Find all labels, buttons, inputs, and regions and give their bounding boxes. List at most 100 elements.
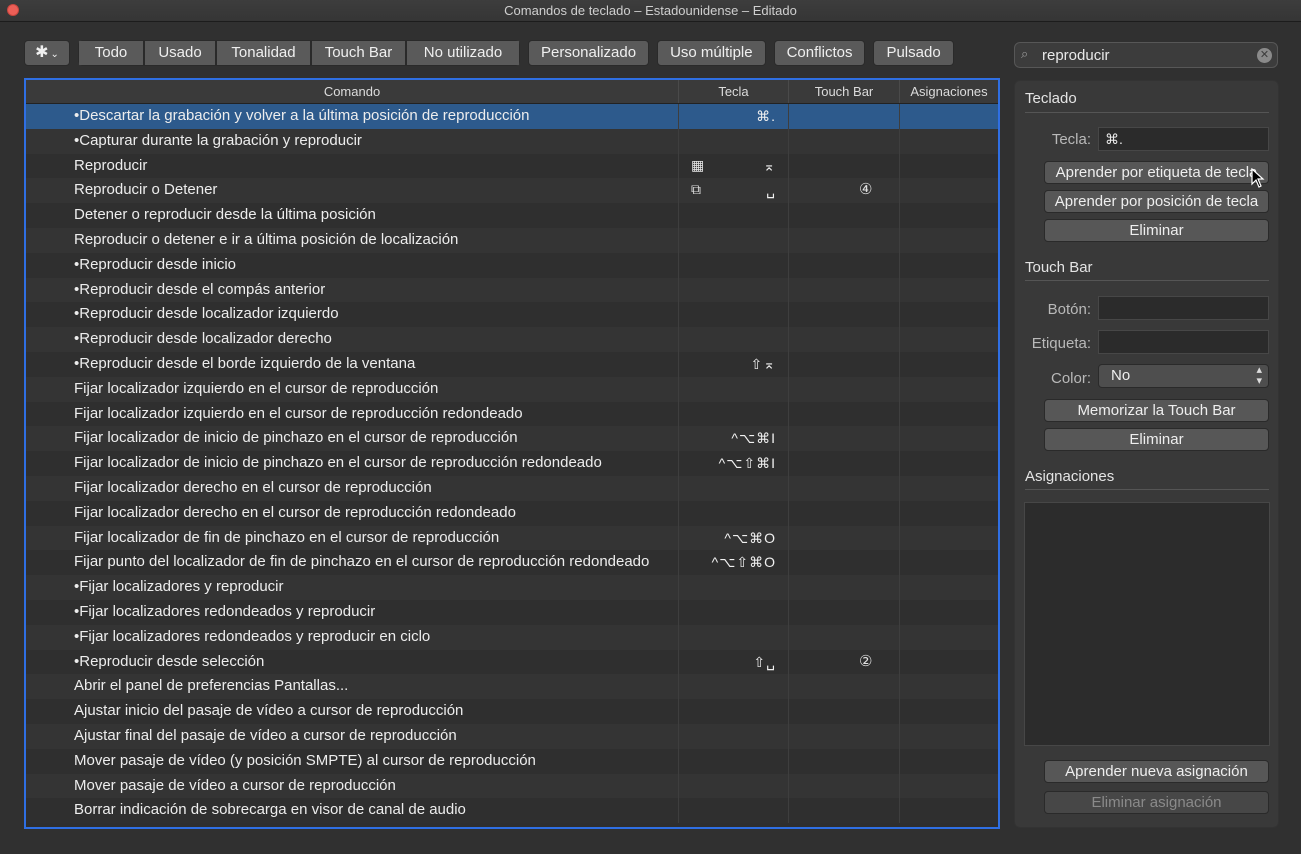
touchbar-cell bbox=[789, 748, 900, 774]
table-row[interactable]: •Reproducir desde localizador derecho bbox=[26, 327, 998, 352]
filter-no-utilizado-button[interactable]: No utilizado bbox=[406, 40, 520, 66]
table-row[interactable]: Ajustar inicio del pasaje de vídeo a cur… bbox=[26, 699, 998, 724]
command-cell: •Reproducir desde el compás anterior bbox=[26, 277, 679, 303]
table-row[interactable]: Mover pasaje de vídeo a cursor de reprod… bbox=[26, 773, 998, 799]
table-row[interactable]: Fijar localizador de inicio de pinchazo … bbox=[26, 451, 998, 476]
touchbar-cell bbox=[789, 550, 900, 576]
table-row[interactable]: •Reproducir desde selección ⇧␣ ② bbox=[26, 649, 998, 675]
table-row[interactable]: Fijar localizador derecho en el cursor d… bbox=[26, 475, 998, 501]
touchbar-cell bbox=[789, 426, 900, 452]
tecla-field[interactable]: ⌘. bbox=[1098, 127, 1269, 151]
filter-todo-button[interactable]: Todo bbox=[78, 40, 144, 66]
table-row[interactable]: Detener o reproducir desde la última pos… bbox=[26, 203, 998, 228]
touchbar-cell bbox=[789, 376, 900, 402]
table-row[interactable]: Fijar localizador izquierdo en el cursor… bbox=[26, 401, 998, 427]
filter-tonalidad-button[interactable]: Tonalidad bbox=[216, 40, 311, 66]
column-header-tecla[interactable]: Tecla bbox=[679, 80, 789, 103]
key-shortcut: ^⌥⌘I bbox=[731, 430, 776, 447]
assignments-cell bbox=[900, 327, 998, 352]
table-row[interactable]: •Reproducir desde localizador izquierdo bbox=[26, 302, 998, 328]
chevron-down-icon: ⌄ bbox=[50, 49, 59, 60]
command-cell: •Fijar localizadores y reproducir bbox=[26, 575, 679, 600]
delete-key-button[interactable]: Eliminar bbox=[1044, 219, 1269, 242]
touchbar-cell bbox=[789, 128, 900, 154]
command-cell: •Fijar localizadores redondeados y repro… bbox=[26, 599, 679, 625]
commands-table[interactable]: Comando Tecla Touch Bar Asignaciones •De… bbox=[24, 78, 1000, 829]
assignments-cell bbox=[900, 575, 998, 600]
key-cell bbox=[679, 500, 789, 526]
delete-touchbar-button[interactable]: Eliminar bbox=[1044, 428, 1269, 451]
clear-search-icon[interactable]: ✕ bbox=[1257, 48, 1272, 63]
asignaciones-section-title: Asignaciones bbox=[1025, 468, 1115, 485]
touchbar-cell bbox=[789, 153, 900, 179]
command-cell: Reproducir o detener e ir a última posic… bbox=[26, 227, 679, 253]
touchbar-cell bbox=[789, 475, 900, 501]
learn-by-key-label-button[interactable]: Aprender por etiqueta de tecla bbox=[1044, 161, 1269, 184]
table-row[interactable]: •Descartar la grabación y volver a la úl… bbox=[26, 104, 998, 129]
table-row[interactable]: •Fijar localizadores redondeados y repro… bbox=[26, 599, 998, 625]
column-header-touch-bar[interactable]: Touch Bar bbox=[789, 80, 900, 103]
table-row[interactable]: •Reproducir desde inicio bbox=[26, 252, 998, 278]
key-cell: ⌘. bbox=[679, 104, 789, 129]
touchbar-cell bbox=[789, 277, 900, 303]
color-select[interactable]: No ▴ ▾ bbox=[1098, 364, 1269, 388]
command-cell: Abrir el panel de preferencias Pantallas… bbox=[26, 674, 679, 700]
table-row[interactable]: Mover pasaje de vídeo (y posición SMPTE)… bbox=[26, 748, 998, 774]
key-cell bbox=[679, 748, 789, 774]
search-input[interactable] bbox=[1042, 45, 1252, 65]
assignments-cell bbox=[900, 600, 998, 625]
filter-touchbar-button[interactable]: Touch Bar bbox=[311, 40, 406, 66]
touchbar-cell bbox=[789, 525, 900, 551]
memorize-touchbar-button[interactable]: Memorizar la Touch Bar bbox=[1044, 399, 1269, 422]
table-row[interactable]: Reproducir o detener e ir a última posic… bbox=[26, 227, 998, 253]
learn-new-assignment-button[interactable]: Aprender nueva asignación bbox=[1044, 760, 1269, 783]
table-row[interactable]: Borrar indicación de sobrecarga en visor… bbox=[26, 798, 998, 824]
boton-field[interactable] bbox=[1098, 296, 1269, 320]
table-row[interactable]: Fijar punto del localizador de fin de pi… bbox=[26, 550, 998, 576]
table-row[interactable]: Fijar localizador izquierdo en el cursor… bbox=[26, 376, 998, 402]
table-row[interactable]: •Reproducir desde el borde izquierdo de … bbox=[26, 351, 998, 377]
gear-icon: ✱ bbox=[35, 44, 49, 61]
pulsado-button[interactable]: Pulsado bbox=[873, 40, 954, 66]
divider bbox=[1025, 112, 1269, 113]
assignments-cell bbox=[900, 451, 998, 476]
table-row[interactable]: Fijar localizador derecho en el cursor d… bbox=[26, 500, 998, 526]
key-cell bbox=[679, 773, 789, 799]
column-header-comando[interactable]: Comando bbox=[26, 80, 679, 103]
learn-by-key-position-button[interactable]: Aprender por posición de tecla bbox=[1044, 190, 1269, 213]
table-row[interactable]: Fijar localizador de fin de pinchazo en … bbox=[26, 525, 998, 551]
key-cell bbox=[679, 575, 789, 600]
key-device-icon: ▦ bbox=[691, 156, 705, 173]
key-cell bbox=[679, 475, 789, 501]
conflictos-button[interactable]: Conflictos bbox=[773, 40, 866, 66]
search-field[interactable]: ⌕ ✕ bbox=[1014, 42, 1278, 68]
assignments-cell bbox=[900, 228, 998, 253]
table-row[interactable]: •Fijar localizadores redondeados y repro… bbox=[26, 624, 998, 650]
table-row[interactable]: Fijar localizador de inicio de pinchazo … bbox=[26, 426, 998, 452]
command-cell: Fijar localizador derecho en el cursor d… bbox=[26, 475, 679, 501]
touchbar-cell bbox=[789, 624, 900, 650]
command-cell: •Reproducir desde localizador izquierdo bbox=[26, 302, 679, 328]
assignments-cell bbox=[900, 203, 998, 228]
table-row[interactable]: •Reproducir desde el compás anterior bbox=[26, 277, 998, 303]
table-row[interactable]: Abrir el panel de preferencias Pantallas… bbox=[26, 674, 998, 700]
column-header-asignaciones[interactable]: Asignaciones bbox=[900, 80, 998, 103]
table-row[interactable]: Reproducir ▦ ⌅ bbox=[26, 153, 998, 179]
close-window-button[interactable] bbox=[7, 4, 19, 16]
table-row[interactable]: •Capturar durante la grabación y reprodu… bbox=[26, 128, 998, 154]
touchbar-cell bbox=[789, 327, 900, 352]
key-cell bbox=[679, 252, 789, 278]
key-cell: ^⌥⇧⌘I bbox=[679, 451, 789, 476]
touchbar-cell bbox=[789, 773, 900, 799]
assignments-list[interactable] bbox=[1024, 502, 1270, 746]
action-menu-button[interactable]: ✱ ⌄ bbox=[24, 40, 70, 66]
filter-usado-button[interactable]: Usado bbox=[144, 40, 216, 66]
table-row[interactable]: •Fijar localizadores y reproducir bbox=[26, 575, 998, 600]
table-row[interactable]: Reproducir o Detener ⧉ ␣ ④ bbox=[26, 178, 998, 204]
table-row[interactable]: Ajustar final del pasaje de vídeo a curs… bbox=[26, 723, 998, 749]
uso-multiple-button[interactable]: Uso múltiple bbox=[657, 40, 766, 66]
personalizado-button[interactable]: Personalizado bbox=[528, 40, 650, 66]
command-cell: Fijar localizador de fin de pinchazo en … bbox=[26, 525, 679, 551]
etiqueta-field[interactable] bbox=[1098, 330, 1269, 354]
delete-assignment-button[interactable]: Eliminar asignación bbox=[1044, 791, 1269, 814]
